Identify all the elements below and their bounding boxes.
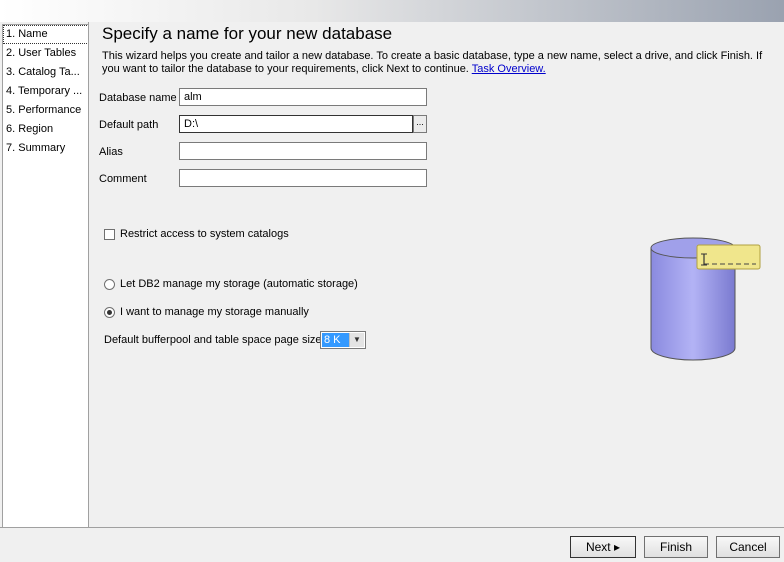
intro-text: This wizard helps you create and tailor … <box>102 50 772 76</box>
alias-input[interactable] <box>179 142 427 160</box>
intro-body: This wizard helps you create and tailor … <box>102 50 763 75</box>
default-path-input[interactable]: D:\ <box>179 115 413 133</box>
storage-auto-radio[interactable] <box>104 279 115 290</box>
arrow-right-icon: ▸ <box>614 540 621 554</box>
database-cylinder-icon <box>650 237 761 361</box>
page-title: Specify a name for your new database <box>102 24 393 43</box>
comment-label: Comment <box>99 173 147 185</box>
nav-step-performance[interactable]: 5. Performance <box>3 101 89 120</box>
next-button-label: Next <box>585 540 611 554</box>
comment-input[interactable] <box>179 169 427 187</box>
wizard-step-list[interactable]: 1. Name 2. User Tables 3. Catalog Ta... … <box>2 24 90 528</box>
restrict-access-label[interactable]: Restrict access to system catalogs <box>120 228 289 240</box>
footer-divider <box>0 527 784 528</box>
storage-manual-label[interactable]: I want to manage my storage manually <box>120 306 309 318</box>
nav-step-region[interactable]: 6. Region <box>3 120 89 139</box>
nav-step-temporary[interactable]: 4. Temporary ... <box>3 82 89 101</box>
cancel-button[interactable]: Cancel <box>716 536 780 558</box>
next-button[interactable]: Next ▸ <box>570 536 636 558</box>
nav-step-user-tables[interactable]: 2. User Tables <box>3 44 89 63</box>
nav-step-catalog-tables[interactable]: 3. Catalog Ta... <box>3 63 89 82</box>
alias-label: Alias <box>99 146 123 158</box>
finish-button[interactable]: Finish <box>644 536 708 558</box>
title-bar <box>0 0 784 22</box>
default-path-label: Default path <box>99 119 159 131</box>
page-size-value: 8 K <box>322 333 350 347</box>
page-size-select[interactable]: 8 K ▼ <box>320 331 366 349</box>
browse-path-button[interactable]: ... <box>413 115 427 133</box>
storage-manual-radio[interactable] <box>104 307 115 318</box>
restrict-access-checkbox[interactable] <box>104 229 115 240</box>
chevron-down-icon[interactable]: ▼ <box>349 333 364 347</box>
name-tag-icon <box>696 244 761 270</box>
storage-auto-label[interactable]: Let DB2 manage my storage (automatic sto… <box>120 278 358 290</box>
database-name-input[interactable]: alm <box>179 88 427 106</box>
database-name-label: Database name <box>99 92 177 104</box>
page-size-label: Default bufferpool and table space page … <box>104 334 322 346</box>
nav-step-name[interactable]: 1. Name <box>3 25 89 44</box>
task-overview-link[interactable]: Task Overview. <box>472 63 546 75</box>
nav-step-summary[interactable]: 7. Summary <box>3 139 89 158</box>
